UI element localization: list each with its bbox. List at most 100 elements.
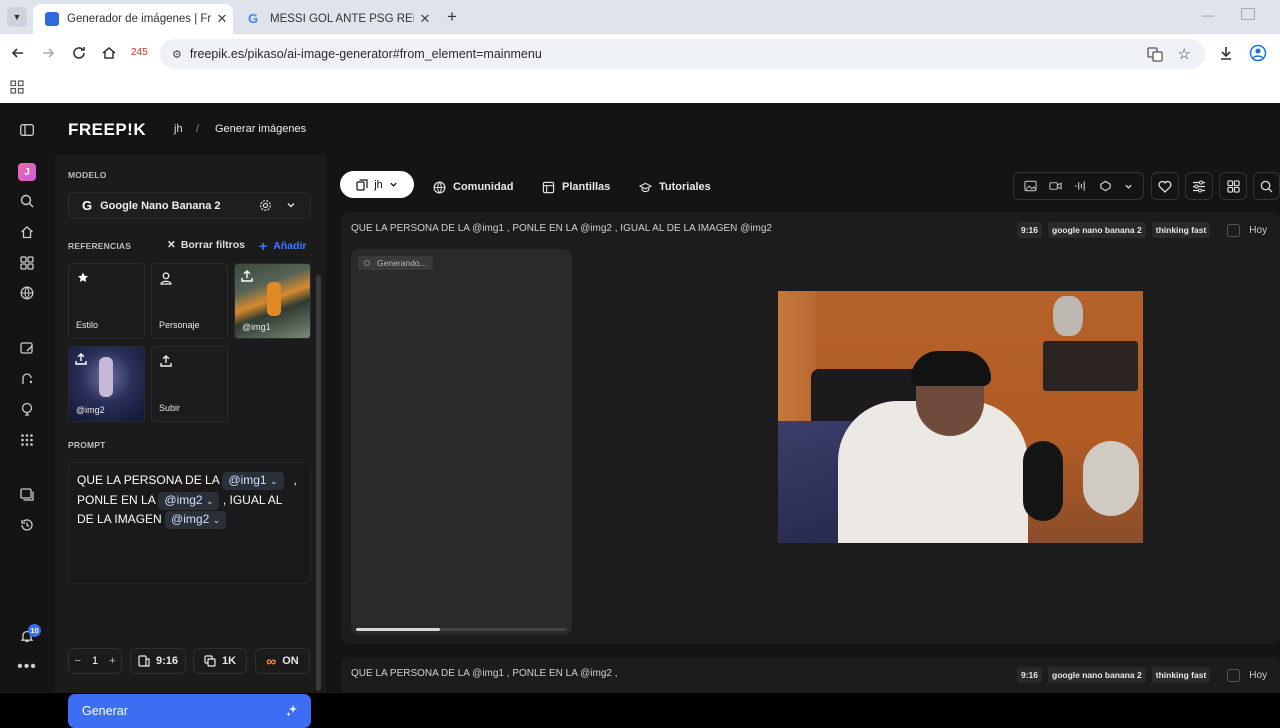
image-edit-icon[interactable]: [17, 338, 37, 358]
select-checkbox[interactable]: [1227, 668, 1241, 682]
unlimited-toggle[interactable]: ∞ ON: [255, 648, 310, 674]
generation-placeholder[interactable]: Generando...: [351, 249, 572, 635]
user-avatar[interactable]: J: [18, 163, 36, 181]
profile-icon[interactable]: [1249, 44, 1267, 62]
minimize-button[interactable]: —: [1202, 8, 1218, 22]
clear-filters-label: Borrar filtros: [180, 239, 245, 251]
restore-button[interactable]: [1241, 8, 1255, 20]
prompt-textarea[interactable]: QUE LA PERSONA DE LA @img1 ⌄ , PONLE EN …: [68, 462, 311, 584]
forward-icon[interactable]: [40, 45, 58, 61]
apps-grid-icon[interactable]: [10, 80, 24, 94]
tile-label: @img2: [76, 405, 105, 415]
translate-icon[interactable]: [1147, 46, 1163, 62]
prompt-chip-img2[interactable]: @img2 ⌄: [165, 511, 227, 529]
nav-tutoriales[interactable]: Tutoriales: [639, 176, 711, 198]
quantity-stepper[interactable]: − 1 +: [68, 648, 122, 674]
home-icon[interactable]: [17, 222, 37, 242]
grid-icon: [1226, 179, 1240, 193]
voice-icon[interactable]: [17, 369, 37, 389]
freepik-logo[interactable]: FREEP!K: [68, 120, 146, 140]
search-icon[interactable]: [17, 191, 37, 211]
tag-mode: thinking fast: [1151, 667, 1211, 683]
home-icon[interactable]: [101, 45, 119, 61]
audio-filter-icon[interactable]: [1074, 180, 1087, 192]
workspace-selector[interactable]: jh: [340, 171, 414, 198]
grid-view-button[interactable]: [1219, 172, 1247, 200]
tools-grid-icon[interactable]: [17, 253, 37, 273]
model-selector[interactable]: G Google Nano Banana 2: [68, 192, 311, 219]
tab-freepik[interactable]: Generador de imágenes | Freep ✕: [33, 4, 233, 34]
resolution-button[interactable]: 1K: [193, 648, 247, 674]
reference-img1-tile[interactable]: @img1: [234, 263, 311, 339]
references-label: REFERENCIAS: [68, 241, 132, 251]
3d-filter-icon[interactable]: [1099, 180, 1112, 192]
chip-label: @img2: [164, 492, 203, 507]
generation-tags: 9:16 google nano banana 2 thinking fast …: [1011, 222, 1267, 238]
increment-button[interactable]: +: [109, 655, 115, 667]
panel-scrollbar[interactable]: [316, 275, 321, 691]
site-settings-icon[interactable]: ⚙: [172, 48, 182, 61]
chevron-down-icon[interactable]: [1124, 182, 1133, 191]
model-settings-icon[interactable]: [259, 199, 272, 212]
gallery-icon[interactable]: [17, 484, 37, 504]
model-name: Google Nano Banana 2: [100, 199, 221, 212]
quantity-value: 1: [91, 655, 99, 667]
add-reference-button[interactable]: + Añadir: [259, 238, 306, 254]
bookmarks-bar: [0, 74, 1280, 103]
chevron-down-icon[interactable]: [286, 199, 296, 211]
prompt-chip-img1[interactable]: @img1 ⌄: [222, 472, 284, 490]
address-bar[interactable]: ⚙ freepik.es/pikaso/ai-image-generator#f…: [160, 39, 1205, 69]
layers-icon: [356, 178, 368, 191]
sidebar-toggle-icon[interactable]: [17, 120, 37, 140]
url-text[interactable]: freepik.es/pikaso/ai-image-generator#fro…: [190, 47, 542, 61]
plus-icon: +: [259, 238, 268, 254]
download-icon[interactable]: [1218, 45, 1236, 61]
tab-google[interactable]: G MESSI GOL ANTE PSG REMONT ✕: [236, 4, 436, 34]
globe-icon[interactable]: [17, 283, 37, 303]
video-filter-icon[interactable]: [1049, 180, 1062, 192]
tag-ratio: 9:16: [1017, 667, 1043, 683]
close-icon[interactable]: ✕: [211, 11, 233, 27]
extension-badge[interactable]: 245: [131, 47, 148, 58]
aspect-ratio-button[interactable]: 9:16: [130, 648, 186, 674]
generate-button[interactable]: Generar: [68, 694, 311, 728]
reference-img2-tile[interactable]: @img2: [68, 346, 145, 422]
back-icon[interactable]: [10, 45, 28, 61]
image-filter-icon[interactable]: [1024, 180, 1037, 192]
resolution-value: 1K: [221, 655, 237, 667]
apps-icon[interactable]: [17, 430, 37, 450]
close-icon[interactable]: ✕: [414, 11, 436, 27]
generation-prompt[interactable]: QUE LA PERSONA DE LA @img1 , PONLE EN LA…: [351, 223, 772, 234]
clear-filters-button[interactable]: ✕ Borrar filtros: [167, 239, 245, 251]
reference-character-tile[interactable]: Personaje: [151, 263, 228, 339]
nav-comunidad[interactable]: Comunidad: [433, 176, 514, 198]
nav-plantillas[interactable]: Plantillas: [542, 176, 610, 198]
tag-ratio: 9:16: [1017, 222, 1043, 238]
tab-title: MESSI GOL ANTE PSG REMONT: [270, 13, 414, 25]
favorites-button[interactable]: [1151, 172, 1179, 200]
reference-style-tile[interactable]: Estilo: [68, 263, 145, 339]
settings-sliders-button[interactable]: [1185, 172, 1213, 200]
upload-tile[interactable]: Subir: [151, 346, 228, 422]
bookmark-star-icon[interactable]: ☆: [1178, 45, 1191, 63]
decrement-button[interactable]: −: [75, 655, 81, 667]
prompt-chip-img2[interactable]: @img2 ⌄: [158, 491, 220, 510]
search-button[interactable]: [1253, 172, 1280, 200]
select-checkbox[interactable]: [1227, 223, 1241, 237]
generation-date: Hoy: [1249, 669, 1268, 681]
generation-prompt[interactable]: QUE LA PERSONA DE LA @img1 , PONLE EN LA…: [351, 668, 618, 679]
history-icon[interactable]: [17, 515, 37, 535]
microphone-icon[interactable]: [17, 399, 37, 419]
sliders-icon: [1192, 180, 1206, 193]
google-favicon-icon: G: [248, 11, 259, 26]
reload-icon[interactable]: [71, 45, 89, 61]
tab-search-button[interactable]: ▼: [7, 7, 27, 27]
model-label: MODELO: [68, 170, 107, 180]
new-tab-button[interactable]: +: [442, 7, 462, 27]
sparkle-icon: [285, 704, 299, 718]
breadcrumb-user[interactable]: jh: [174, 123, 183, 135]
more-icon[interactable]: •••: [17, 657, 37, 677]
tile-label: @img1: [242, 322, 271, 332]
globe-icon: [433, 181, 446, 194]
upload-icon: [159, 354, 173, 368]
